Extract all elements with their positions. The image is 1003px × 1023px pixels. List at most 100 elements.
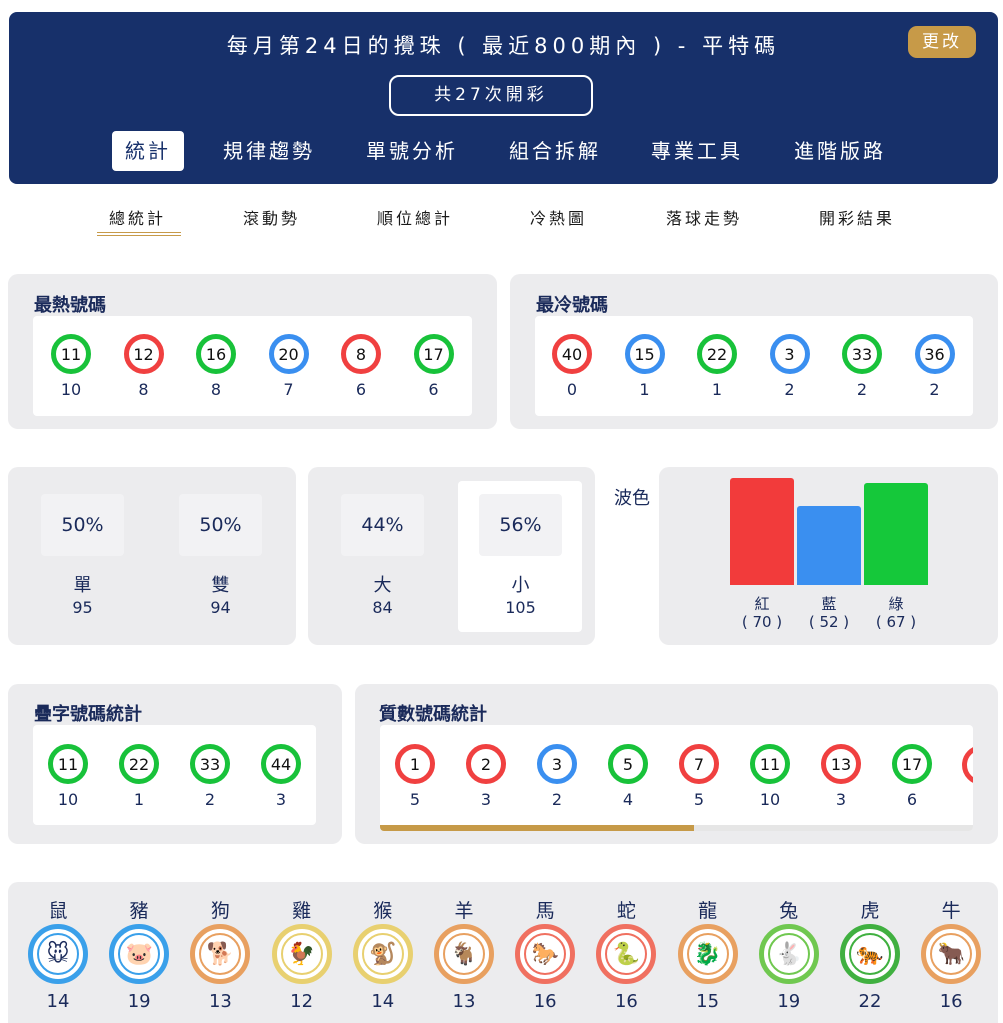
zodiac-count: 13 — [208, 991, 232, 1012]
coldest-ball[interactable]: 3 — [769, 334, 810, 374]
repeat-digit-count: 1 — [133, 790, 145, 809]
edit-button[interactable]: 更改 — [908, 26, 976, 58]
prime-scrollbar-track[interactable] — [380, 825, 973, 831]
repeat-digits-panel: 疊字號碼統計 11 10 22 1 33 2 44 3 — [8, 684, 342, 844]
big-small-panel: 44% 大 84 56% 小 105 — [308, 467, 595, 645]
hottest-title: 最熱號碼 — [34, 295, 106, 316]
zodiac-name: 鼠 — [48, 900, 68, 922]
tab-trends[interactable]: 規律趨勢 — [209, 131, 329, 171]
snake-icon: 🐍 — [605, 933, 648, 975]
rooster-icon: 🐓 — [280, 933, 323, 975]
subtab-results[interactable]: 開彩結果 — [819, 205, 895, 229]
prime-count: 6 — [906, 790, 918, 809]
coldest-list: 40 0 15 1 22 1 3 2 33 2 36 2 — [535, 316, 973, 416]
small-label: 小 — [511, 575, 530, 596]
zodiac-badge[interactable]: 🐍 — [596, 924, 657, 984]
subtab-rolling[interactable]: 滾動勢 — [243, 205, 300, 229]
coldest-count: 2 — [784, 380, 795, 399]
zodiac-badge[interactable]: 🐎 — [515, 924, 576, 984]
subtab-position[interactable]: 順位總計 — [377, 205, 453, 229]
header-banner: 每月第24日的攪珠 ( 最近800期內 ) - 平特碼 更改 共27次開彩 統計… — [9, 12, 998, 184]
hottest-ball[interactable]: 20 — [268, 334, 309, 374]
prime-scrollbar-thumb[interactable] — [380, 825, 695, 831]
zodiac-name: 狗 — [210, 900, 230, 922]
hottest-ball[interactable]: 12 — [123, 334, 164, 374]
odd-percent: 50% — [41, 494, 124, 556]
zodiac-badge[interactable]: 🐓 — [271, 924, 332, 984]
even-label: 雙 — [211, 575, 230, 596]
coldest-ball[interactable]: 36 — [914, 334, 955, 374]
tiger-icon: 🐅 — [849, 933, 891, 975]
zodiac-badge[interactable]: 🐇 — [758, 924, 819, 984]
zodiac-name: 虎 — [860, 900, 880, 922]
repeat-digit-count: 2 — [204, 790, 216, 809]
subtab-overall[interactable]: 總統計 — [109, 205, 166, 229]
hottest-count: 8 — [138, 380, 149, 399]
dog-icon: 🐕 — [199, 933, 242, 975]
coldest-count: 2 — [856, 380, 868, 399]
subtab-ball-trend[interactable]: 落球走勢 — [666, 205, 742, 229]
main-tabs: 統計 規律趨勢 單號分析 組合拆解 專業工具 進階版路 — [9, 131, 998, 171]
zodiac-name: 雞 — [292, 900, 312, 922]
zodiac-badge[interactable]: 🐅 — [840, 924, 900, 984]
zodiac-badge[interactable]: 🐕 — [190, 924, 251, 984]
monkey-icon: 🐒 — [361, 933, 404, 975]
zodiac-badge[interactable]: 🐉 — [677, 924, 738, 984]
prime-ball[interactable]: 11 — [750, 744, 790, 784]
even-percent: 50% — [179, 494, 262, 556]
zodiac-badge[interactable]: 🐭 — [28, 924, 88, 984]
wave-bar-紅 — [730, 478, 794, 585]
zodiac-name: 馬 — [535, 900, 555, 922]
prime-numbers-list[interactable]: 1 5 2 3 3 2 5 4 7 5 11 10 13 3 17 6 — [380, 725, 973, 831]
rat-icon: 🐭 — [37, 933, 79, 975]
prime-count: 2 — [551, 790, 563, 809]
small-count: 105 — [505, 598, 536, 617]
zodiac-count: 13 — [452, 991, 476, 1012]
coldest-ball[interactable]: 22 — [697, 334, 737, 374]
hottest-ball[interactable]: 16 — [196, 334, 236, 374]
tab-single-number[interactable]: 單號分析 — [352, 131, 472, 171]
prime-ball[interactable]: 17 — [892, 744, 932, 784]
hottest-count: 7 — [283, 380, 294, 399]
wave-bar-綠 — [864, 482, 928, 585]
active-subtab-indicator — [97, 232, 181, 236]
repeat-digit-ball[interactable]: 44 — [261, 744, 301, 784]
hottest-ball[interactable]: 17 — [413, 334, 454, 374]
prime-ball[interactable]: 7 — [679, 744, 719, 784]
tab-combination[interactable]: 組合拆解 — [495, 131, 615, 171]
zodiac-name: 龍 — [698, 900, 718, 922]
zodiac-badge[interactable]: 🐂 — [921, 924, 982, 984]
prime-numbers-panel: 質數號碼統計 1 5 2 3 3 2 5 4 7 5 11 10 13 3 17 6 — [355, 684, 998, 844]
zodiac-name: 羊 — [454, 900, 474, 922]
coldest-title: 最冷號碼 — [536, 295, 608, 316]
prime-ball[interactable]: 5 — [608, 744, 648, 784]
wave-bar-value: ( 52 ) — [808, 613, 850, 631]
hottest-ball[interactable]: 11 — [51, 334, 91, 374]
tab-advanced[interactable]: 進階版路 — [780, 131, 900, 171]
hottest-ball[interactable]: 8 — [341, 334, 381, 374]
tab-statistics[interactable]: 統計 — [112, 131, 184, 171]
small-percent: 56% — [479, 494, 562, 556]
coldest-count: 1 — [639, 380, 650, 399]
prime-ball[interactable]: 1 — [395, 744, 435, 784]
zodiac-count: 14 — [371, 991, 395, 1012]
prime-ball[interactable]: 13 — [821, 744, 861, 784]
repeat-digit-ball[interactable]: 11 — [48, 744, 88, 784]
repeat-digit-ball[interactable]: 33 — [190, 744, 230, 784]
coldest-ball[interactable]: 15 — [624, 334, 665, 374]
tab-pro-tools[interactable]: 專業工具 — [637, 131, 757, 171]
prime-ball[interactable]: 2 — [466, 744, 506, 784]
zodiac-badge[interactable]: 🐷 — [109, 924, 170, 984]
big-label: 大 — [373, 575, 392, 596]
prime-numbers-title: 質數號碼統計 — [379, 704, 487, 725]
coldest-ball[interactable]: 33 — [842, 334, 882, 374]
subtab-heatmap[interactable]: 冷熱圖 — [530, 205, 587, 229]
coldest-ball[interactable]: 40 — [552, 334, 592, 374]
repeat-digit-ball[interactable]: 22 — [119, 744, 159, 784]
odd-label: 單 — [73, 575, 92, 596]
zodiac-badge[interactable]: 🐐 — [434, 924, 494, 984]
zodiac-count: 15 — [696, 991, 720, 1012]
zodiac-badge[interactable]: 🐒 — [352, 924, 413, 984]
hottest-list: 11 10 12 8 16 8 20 7 8 6 17 6 — [33, 316, 472, 416]
prime-ball[interactable]: 3 — [537, 744, 577, 784]
